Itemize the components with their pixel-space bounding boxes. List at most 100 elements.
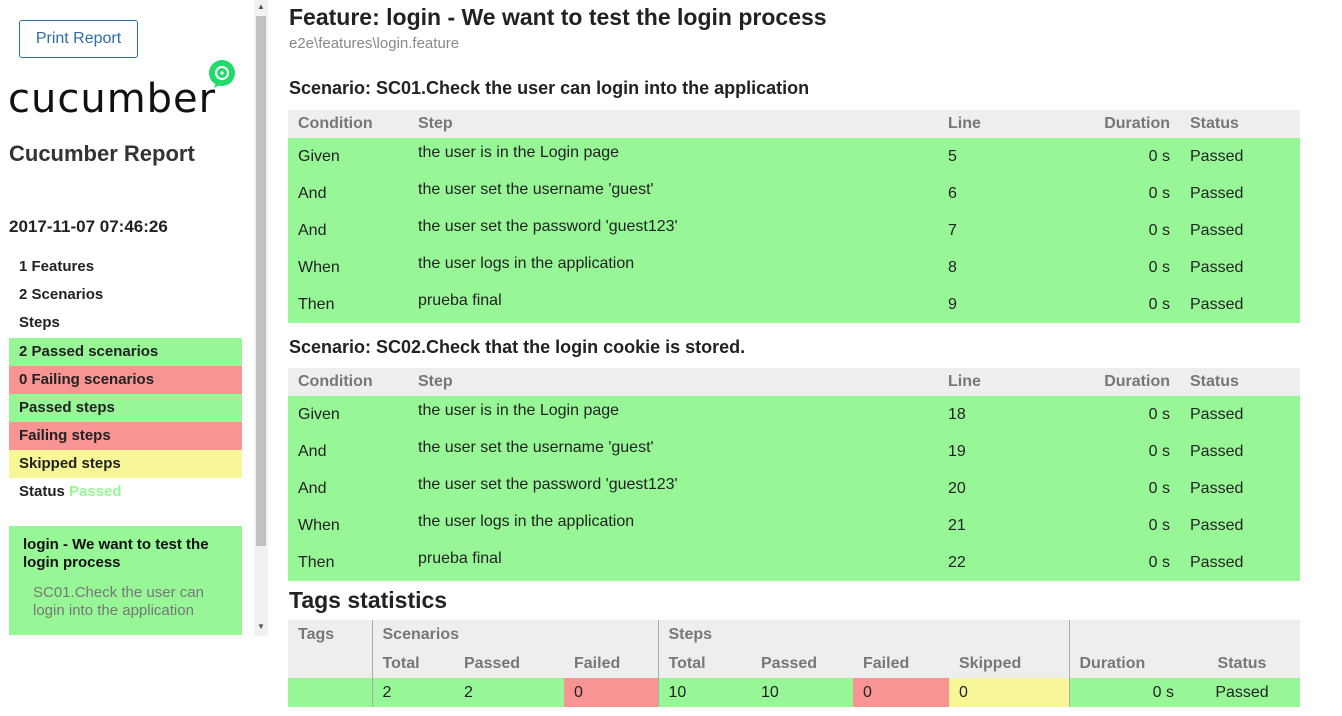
condition-cell: Then [288, 544, 408, 581]
status-cell: Passed [1180, 507, 1300, 544]
col-sc-failed: Failed [564, 649, 658, 678]
status-cell: Passed [1180, 544, 1300, 581]
line-cell: 21 [938, 507, 1058, 544]
condition-cell: And [288, 212, 408, 249]
step-cell: the user logs in the application [408, 507, 938, 544]
line-cell: 19 [938, 433, 1058, 470]
condition-cell: Given [288, 396, 408, 433]
feature-path: e2e\features\login.feature [289, 35, 460, 52]
step-cell: prueba final [408, 286, 938, 323]
status-label: Status [19, 483, 65, 500]
scenario-title: Scenario: SC01.Check the user can login … [289, 78, 810, 98]
col-condition: Condition [288, 368, 408, 396]
skipped-steps: Skipped steps [9, 450, 242, 478]
col-condition: Condition [288, 110, 408, 138]
col-step: Step [408, 368, 938, 396]
line-cell: 7 [938, 212, 1058, 249]
duration-cell: 0 s [1058, 212, 1180, 249]
sc-total-cell: 2 [371, 678, 454, 707]
step-cell: the user set the username 'guest' [408, 433, 938, 470]
print-report-button[interactable]: Print Report [19, 20, 138, 58]
col-status: Status [1180, 368, 1300, 396]
st-failed-cell: 0 [853, 678, 949, 707]
col-status: Status [1180, 110, 1300, 138]
duration-cell: 0 s [1058, 138, 1180, 175]
passed-scenarios: 2 Passed scenarios [9, 338, 242, 366]
table-header-row: Condition Step Line Duration Status [288, 110, 1300, 138]
features-count: 1 Features [19, 258, 95, 275]
table-row: When the user logs in the application 21 0 … [288, 507, 1300, 544]
table-row: Then prueba final 9 0 s Passed [288, 286, 1300, 323]
condition-cell: And [288, 470, 408, 507]
st-passed-cell: 10 [751, 678, 853, 707]
duration-cell: 0 s [1058, 396, 1180, 433]
duration-cell: 0 s [1058, 470, 1180, 507]
status-cell: Passed [1180, 396, 1300, 433]
step-cell: the user set the username 'guest' [408, 175, 938, 212]
table-row: And the user set the password 'guest123' 2… [288, 470, 1300, 507]
status-cell: Passed [1180, 286, 1300, 323]
duration-cell: 0 s [1058, 507, 1180, 544]
col-duration: Duration [1058, 110, 1180, 138]
col-st-passed: Passed [751, 649, 853, 678]
status-cell: Passed [1180, 470, 1300, 507]
scenarios-count: 2 Scenarios [19, 286, 104, 303]
tags-group-header-row: Tags Scenarios Steps [288, 620, 1300, 649]
feature-link[interactable]: login - We want to test the login proces… [23, 536, 228, 572]
table-row: And the user set the username 'guest' 19 0 … [288, 433, 1300, 470]
condition-cell: Given [288, 138, 408, 175]
condition-cell: When [288, 507, 408, 544]
line-cell: 20 [938, 470, 1058, 507]
feature-title: Feature: login - We want to test the log… [289, 4, 827, 30]
passed-steps: Passed steps [9, 394, 242, 422]
condition-cell: When [288, 249, 408, 286]
scroll-up-icon[interactable]: ▲ [254, 0, 268, 14]
scroll-down-icon[interactable]: ▼ [254, 620, 268, 634]
cucumber-logo-icon [209, 60, 235, 88]
scenario-steps-table: Condition Step Line Duration Status Give… [288, 368, 1300, 581]
col-st-skipped: Skipped [949, 649, 1069, 678]
table-row: And the user set the password 'guest123' 7… [288, 212, 1300, 249]
condition-cell: And [288, 433, 408, 470]
col-group-empty [1068, 620, 1300, 649]
table-row: Given the user is in the Login page 5 0 s Pa… [288, 138, 1300, 175]
status-cell: Passed [1180, 212, 1300, 249]
col-st-failed: Failed [853, 649, 949, 678]
condition-cell: Then [288, 286, 408, 323]
sc-failed-cell: 0 [564, 678, 658, 707]
scrollbar-thumb[interactable] [256, 16, 266, 546]
step-cell: the user is in the Login page [408, 396, 938, 433]
line-cell: 6 [938, 175, 1058, 212]
col-duration: Duration [1068, 649, 1184, 678]
col-tags: Tags [288, 620, 372, 649]
col-sc-total: Total [371, 649, 454, 678]
col-tags-empty [288, 649, 372, 678]
tags-statistics-table: Tags Scenarios Steps Total Passed Failed… [288, 620, 1300, 707]
scenario-title: Scenario: SC02.Check that the login cook… [289, 337, 746, 357]
st-skipped-cell: 0 [949, 678, 1069, 707]
feature-card[interactable]: login - We want to test the login proces… [9, 526, 242, 635]
tags-statistics-title: Tags statistics [289, 587, 448, 613]
line-cell: 22 [938, 544, 1058, 581]
line-cell: 8 [938, 249, 1058, 286]
col-duration: Duration [1058, 368, 1180, 396]
col-group-scenarios: Scenarios [371, 620, 658, 649]
report-title: Cucumber Report [9, 141, 195, 166]
step-cell: the user is in the Login page [408, 138, 938, 175]
step-cell: the user set the password 'guest123' [408, 470, 938, 507]
table-row: Given the user is in the Login page 18 0 sP… [288, 396, 1300, 433]
status-cell: Passed [1184, 678, 1300, 707]
col-st-total: Total [657, 649, 751, 678]
duration-cell: 0 s [1058, 433, 1180, 470]
line-cell: 9 [938, 286, 1058, 323]
table-row: 2 2 0 10 10 0 0 0 s Passed [288, 678, 1300, 707]
tag-cell [288, 678, 372, 707]
sc-passed-cell: 2 [454, 678, 564, 707]
scenario-link[interactable]: SC01.Check the user can login into the a… [33, 584, 228, 620]
step-cell: the user logs in the application [408, 249, 938, 286]
condition-cell: And [288, 175, 408, 212]
steps-label: Steps [19, 314, 60, 331]
sidebar-scrollbar[interactable]: ▲ ▼ [254, 0, 268, 636]
scenario-steps-table: Condition Step Line Duration Status Give… [288, 110, 1300, 323]
table-row: Then prueba final 22 0 s Passed [288, 544, 1300, 581]
